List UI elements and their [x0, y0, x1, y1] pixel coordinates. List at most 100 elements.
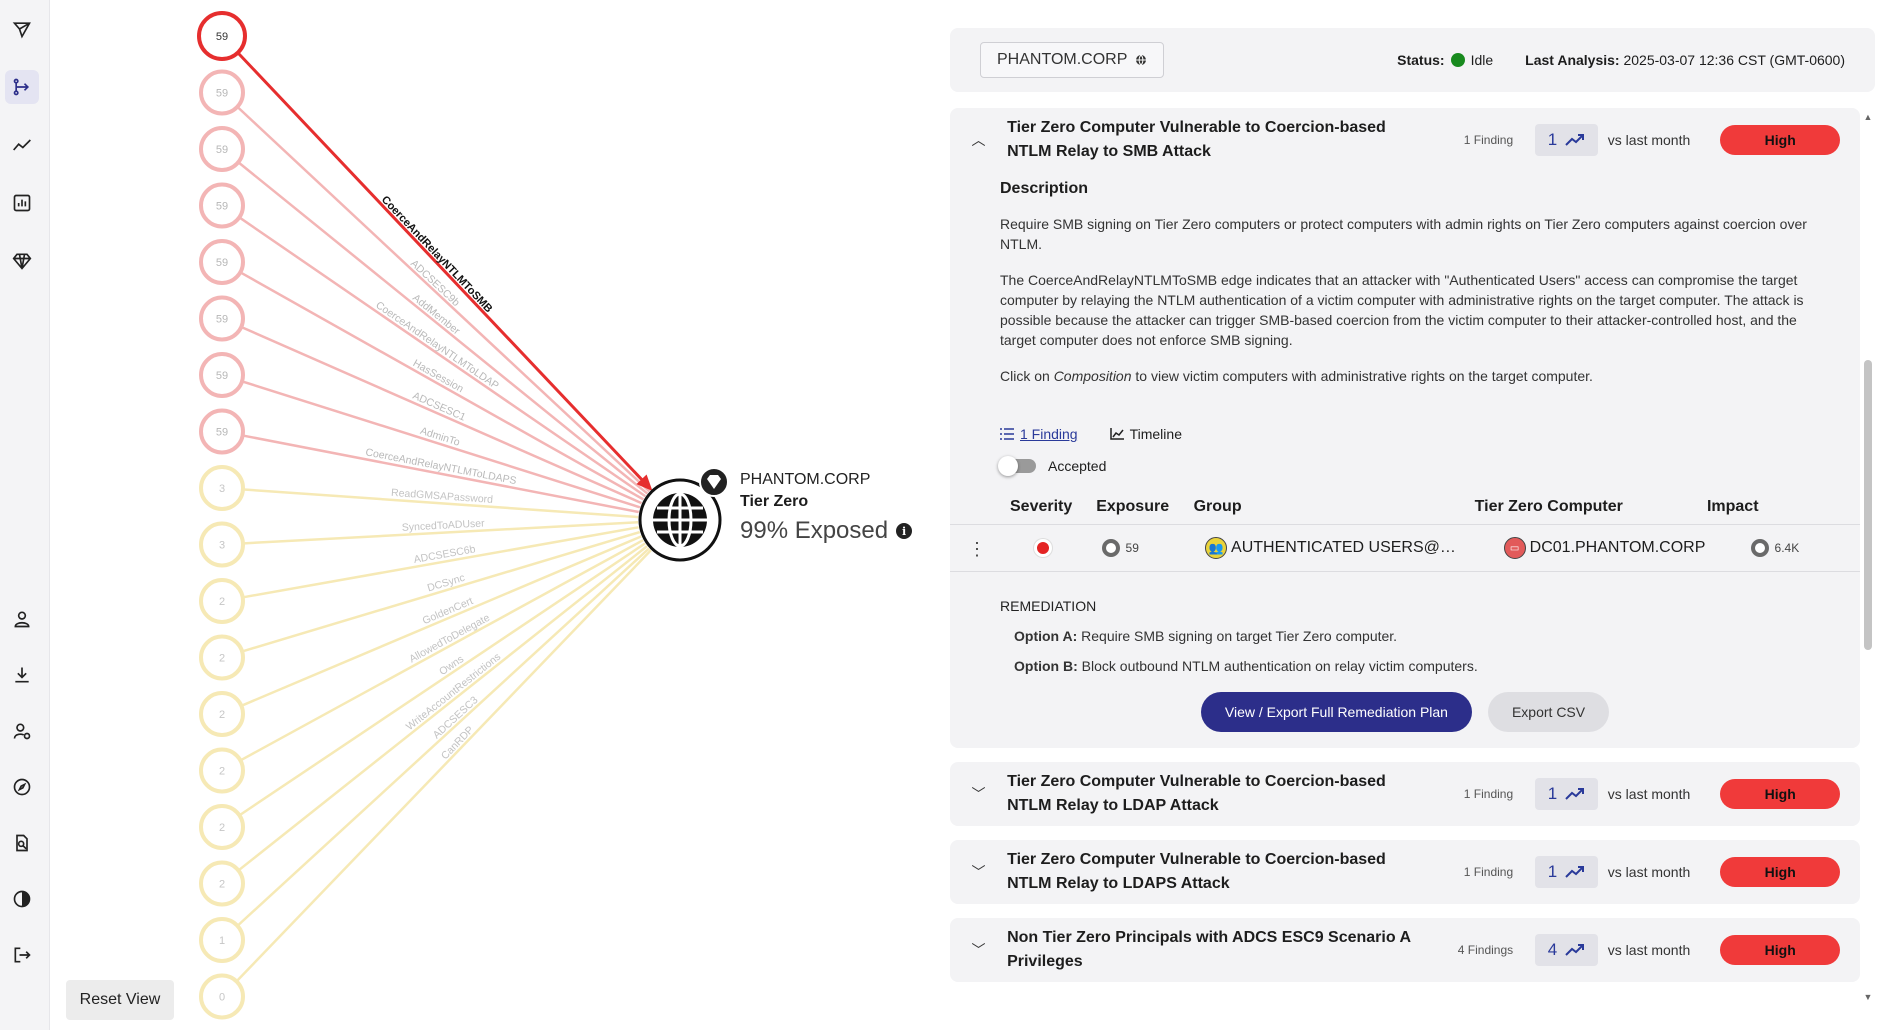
description-p1: Require SMB signing on Tier Zero compute… [1000, 216, 1807, 252]
status-dot [1450, 53, 1465, 67]
scroll-down-icon[interactable]: ▼ [1862, 992, 1874, 1002]
severity-badge: High [1720, 935, 1840, 965]
p3-text-after: to view victim computers with administra… [1131, 368, 1593, 384]
attack-paths-icon[interactable] [5, 70, 39, 104]
accepted-toggle[interactable] [998, 456, 1036, 476]
source-node-count: 59 [216, 201, 228, 213]
more-vertical-icon[interactable]: ⋮ [968, 539, 986, 560]
list-icon [1000, 428, 1014, 440]
reset-view-button[interactable]: Reset View [66, 980, 174, 1020]
finding-card[interactable]: ﹀ Tier Zero Computer Vulnerable to Coerc… [950, 840, 1860, 904]
table-row[interactable]: ⋮ 59 👥 AUTHENTICATED USERS@… ▭ DC01.PHANTO… [950, 524, 1860, 572]
source-node-count: 59 [216, 257, 228, 269]
severity-badge: High [1720, 779, 1840, 809]
source-node-count: 0 [219, 992, 225, 1004]
severity-badge: High [1720, 125, 1840, 155]
globe-icon [653, 492, 707, 548]
last-analysis-value: 2025-03-07 12:36 CST (GMT-0600) [1623, 52, 1845, 68]
findings-panel: PHANTOM.CORP Status: Idle Last Analysis:… [950, 28, 1875, 92]
view-remediation-plan-button[interactable]: View / Export Full Remediation Plan [1200, 692, 1472, 732]
scrollbar-thumb[interactable] [1864, 360, 1872, 650]
reports-icon[interactable] [5, 186, 39, 220]
computer-cell: ▭ DC01.PHANTOM.CORP [1503, 537, 1751, 559]
source-node-count: 59 [216, 88, 228, 100]
source-node-count: 1 [219, 935, 225, 947]
finding-title: Non Tier Zero Principals with ADCS ESC9 … [1007, 929, 1411, 970]
findings-scrollbar[interactable]: ▲ ▼ [1862, 112, 1874, 1002]
finding-count: 4 Findings [1457, 943, 1514, 957]
tab-timeline-label: Timeline [1129, 426, 1182, 442]
chevron-down-icon[interactable]: ﹀ [970, 940, 987, 960]
user-icon[interactable] [5, 602, 39, 636]
exposure-value: 99% Exposed [740, 517, 889, 544]
logout-icon[interactable] [5, 938, 39, 972]
status-value: Idle [1470, 52, 1494, 68]
finding-count: 1 Finding [1463, 133, 1514, 147]
finding-count: 1 Finding [1463, 787, 1514, 801]
description-p2: The CoerceAndRelayNTLMToSMB edge indicat… [1000, 272, 1804, 348]
col-severity[interactable]: Severity [1000, 498, 1096, 516]
target-tier: Tier Zero [740, 493, 809, 510]
col-tier-zero-computer[interactable]: Tier Zero Computer [1475, 498, 1707, 516]
severity-badge: High [1720, 857, 1840, 887]
finding-card[interactable]: ﹀ Non Tier Zero Principals with ADCS ESC… [950, 918, 1860, 982]
trend-value: 1 [1547, 130, 1558, 149]
tier-zero-icon[interactable] [5, 244, 39, 278]
explore-icon[interactable] [5, 770, 39, 804]
group-name: AUTHENTICATED USERS@… [1231, 539, 1456, 557]
col-exposure[interactable]: Exposure [1096, 498, 1193, 516]
group-cell: 👥 AUTHENTICATED USERS@… [1205, 537, 1504, 559]
col-impact[interactable]: Impact [1707, 498, 1810, 516]
target-exposure: 99% Exposed i [740, 517, 913, 545]
status-label: Status: [1397, 52, 1445, 68]
finding-count: 1 Finding [1463, 865, 1514, 879]
col-group[interactable]: Group [1194, 498, 1475, 516]
logo-icon[interactable] [5, 12, 39, 46]
tab-findings[interactable]: 1 Finding [1000, 426, 1078, 442]
finding-header[interactable]: ﹀ Tier Zero Computer Vulnerable to Coerc… [950, 840, 1860, 904]
finding-card[interactable]: ﹀ Tier Zero Computer Vulnerable to Coerc… [950, 762, 1860, 826]
finding-header[interactable]: ﹀ Non Tier Zero Principals with ADCS ESC… [950, 918, 1860, 982]
option-a-label: Option A: [1014, 628, 1078, 644]
finding-header[interactable]: ︿ Tier Zero Computer Vulnerable to Coerc… [950, 108, 1860, 172]
scroll-up-icon[interactable]: ▲ [1862, 112, 1874, 122]
findings-list[interactable]: ︿ Tier Zero Computer Vulnerable to Coerc… [950, 108, 1860, 1003]
export-csv-button[interactable]: Export CSV [1487, 692, 1610, 732]
source-node-count: 3 [219, 540, 225, 552]
trend-chip: 4 [1535, 934, 1598, 966]
vs-label: vs last month [1607, 132, 1691, 148]
last-analysis: Last Analysis: 2025-03-07 12:36 CST (GMT… [1525, 52, 1845, 68]
last-analysis-label: Last Analysis: [1525, 52, 1620, 68]
trend-chip: 1 [1535, 778, 1598, 810]
exposure-ring-icon [1101, 538, 1120, 557]
domain-header: PHANTOM.CORP Status: Idle Last Analysis:… [950, 28, 1875, 92]
description-p3: Click on Composition to view victim comp… [1000, 366, 1810, 386]
option-b-text: Block outbound NTLM authentication on re… [1077, 658, 1478, 674]
domain-selector[interactable]: PHANTOM.CORP [980, 42, 1165, 78]
info-icon[interactable]: i [896, 523, 913, 539]
admin-icon[interactable] [5, 714, 39, 748]
finding-title: Tier Zero Computer Vulnerable to Coercio… [1007, 851, 1386, 892]
exposure-cell: 59 [1101, 538, 1206, 557]
chevron-up-icon[interactable]: ︿ [970, 130, 987, 150]
finding-header[interactable]: ﹀ Tier Zero Computer Vulnerable to Coerc… [950, 762, 1860, 826]
trend-up-icon [1565, 788, 1585, 800]
globe-icon [1136, 54, 1147, 66]
source-node-count: 2 [219, 766, 225, 778]
finding-card: ︿ Tier Zero Computer Vulnerable to Coerc… [950, 108, 1860, 748]
chevron-down-icon[interactable]: ﹀ [970, 862, 987, 882]
download-icon[interactable] [5, 658, 39, 692]
graph-edge[interactable] [238, 545, 648, 871]
source-node-count: 59 [216, 144, 228, 156]
trend-up-icon [1565, 944, 1585, 956]
chevron-down-icon[interactable]: ﹀ [970, 784, 987, 804]
theme-icon[interactable] [5, 882, 39, 916]
tab-timeline[interactable]: Timeline [1109, 426, 1182, 442]
finding-title: Tier Zero Computer Vulnerable to Coercio… [1007, 119, 1386, 160]
target-name: PHANTOM.CORP [740, 471, 871, 488]
tab-findings-label: 1 Finding [1020, 426, 1078, 442]
sidebar [0, 0, 50, 1030]
search-doc-icon[interactable] [5, 826, 39, 860]
trend-value: 1 [1547, 862, 1558, 881]
trends-icon[interactable] [5, 128, 39, 162]
